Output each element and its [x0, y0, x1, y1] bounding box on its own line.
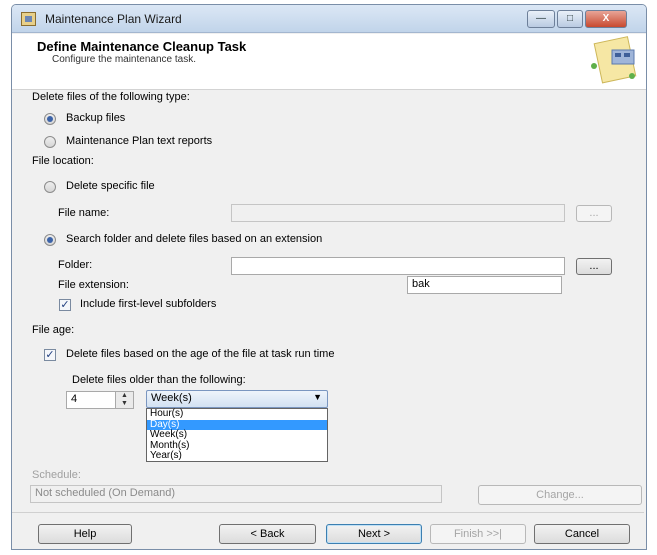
age-unit-select[interactable]: Week(s) ▼: [146, 390, 328, 408]
schedule-label: Schedule:: [32, 469, 81, 481]
older-than-label: Delete files older than the following:: [72, 374, 246, 386]
backup-files-label: Backup files: [66, 112, 126, 124]
folder-field[interactable]: [231, 257, 565, 275]
cancel-button[interactable]: Cancel: [534, 524, 630, 544]
file-name-field[interactable]: [231, 204, 565, 222]
file-extension-field[interactable]: bak: [407, 276, 562, 294]
delete-by-age-label: Delete files based on the age of the fil…: [66, 348, 335, 360]
next-button[interactable]: Next >: [326, 524, 422, 544]
app-icon: [21, 12, 36, 26]
include-subfolders-checkbox[interactable]: ✓: [59, 299, 71, 311]
delete-specific-file-label: Delete specific file: [66, 180, 155, 192]
age-unit-dropdown-list: Hour(s) Day(s) Week(s) Month(s) Year(s): [146, 408, 328, 462]
file-extension-label: File extension:: [58, 279, 129, 291]
window-title: Maintenance Plan Wizard: [45, 12, 182, 26]
file-age-label: File age:: [32, 324, 75, 336]
unit-option-hours[interactable]: Hour(s): [147, 408, 327, 420]
age-amount-field[interactable]: 4: [66, 391, 116, 409]
page-subtitle: Configure the maintenance task.: [52, 54, 196, 65]
wizard-header: Define Maintenance Cleanup Task Configur…: [12, 34, 646, 90]
text-reports-radio[interactable]: [44, 136, 56, 148]
delete-by-age-checkbox[interactable]: ✓: [44, 349, 56, 361]
wizard-illustration-icon: [591, 36, 637, 84]
page-title: Define Maintenance Cleanup Task: [37, 39, 247, 54]
delete-specific-file-radio[interactable]: [44, 181, 56, 193]
unit-option-weeks[interactable]: Week(s): [147, 429, 327, 441]
title-bar: Maintenance Plan Wizard — □ X: [12, 5, 646, 33]
file-name-label: File name:: [58, 207, 110, 219]
spin-up-icon[interactable]: ▲: [116, 392, 133, 400]
backup-files-radio[interactable]: [44, 113, 56, 125]
chevron-down-icon: ▼: [313, 392, 322, 402]
text-reports-label: Maintenance Plan text reports: [66, 135, 213, 147]
delete-type-label: Delete files of the following type:: [32, 91, 190, 103]
footer-divider: [12, 512, 644, 513]
close-button[interactable]: X: [585, 10, 627, 28]
age-spinner[interactable]: ▲ ▼: [115, 391, 134, 409]
help-button[interactable]: Help: [38, 524, 132, 544]
search-folder-label: Search folder and delete files based on …: [66, 233, 323, 245]
schedule-field: Not scheduled (On Demand): [30, 485, 442, 503]
change-schedule-button[interactable]: Change...: [478, 485, 642, 505]
spin-down-icon[interactable]: ▼: [116, 400, 133, 408]
file-location-label: File location:: [32, 155, 94, 167]
folder-browse-button[interactable]: ...: [576, 258, 612, 275]
unit-option-years[interactable]: Year(s): [147, 450, 327, 462]
finish-button[interactable]: Finish >>|: [430, 524, 526, 544]
back-button[interactable]: < Back: [219, 524, 316, 544]
folder-label: Folder:: [58, 259, 93, 271]
file-name-browse-button[interactable]: ...: [576, 205, 612, 222]
minimize-button[interactable]: —: [527, 10, 555, 28]
maximize-button[interactable]: □: [557, 10, 583, 28]
include-subfolders-label: Include first-level subfolders: [80, 298, 217, 310]
search-folder-radio[interactable]: [44, 234, 56, 246]
age-unit-value: Week(s): [151, 392, 192, 404]
